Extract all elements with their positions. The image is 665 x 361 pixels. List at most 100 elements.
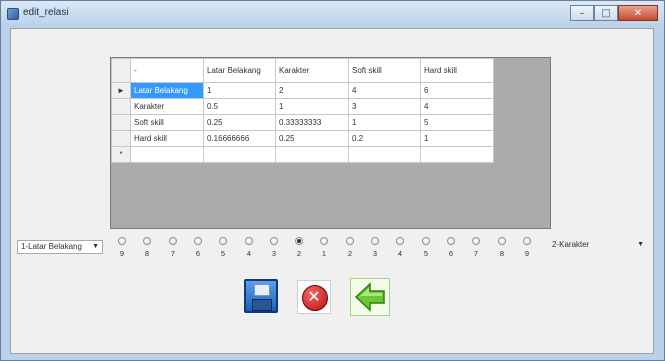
grid-cell[interactable]: 4 [348, 82, 421, 99]
radio-button[interactable] [219, 237, 227, 245]
radio-button[interactable] [346, 237, 354, 245]
grid-header-row: - Latar Belakang Karakter Soft skill Har… [111, 58, 494, 83]
scale-radio-1[interactable]: 9 [115, 237, 129, 258]
scale-radio-7[interactable]: 3 [267, 237, 281, 258]
radio-button[interactable] [118, 237, 126, 245]
grid-cell[interactable]: 1 [275, 98, 349, 115]
table-row[interactable]: Karakter 0.5 1 3 4 [111, 98, 494, 115]
radio-button[interactable] [245, 237, 253, 245]
scale-label: 2 [347, 249, 353, 258]
grid-cell[interactable]: 5 [420, 114, 494, 131]
column-header[interactable]: - [130, 58, 204, 83]
grid-cell[interactable]: 1 [203, 82, 276, 99]
relation-grid[interactable]: - Latar Belakang Karakter Soft skill Har… [111, 58, 494, 163]
grid-cell[interactable]: Hard skill [130, 130, 204, 147]
radio-button[interactable] [447, 237, 455, 245]
current-row-indicator[interactable]: ► [111, 82, 131, 99]
radio-button[interactable] [396, 237, 404, 245]
grid-cell[interactable]: 4 [420, 98, 494, 115]
app-icon [7, 8, 19, 20]
left-criteria-dropdown[interactable]: 1-Latar Belakang ▼ [17, 240, 103, 254]
radio-button[interactable] [295, 237, 303, 245]
minimize-button[interactable]: – [570, 5, 594, 21]
minimize-icon: – [579, 7, 585, 19]
grid-cell[interactable]: 1 [420, 130, 494, 147]
back-button[interactable] [350, 278, 390, 316]
scale-label: 6 [195, 249, 201, 258]
radio-button[interactable] [523, 237, 531, 245]
radio-button[interactable] [320, 237, 328, 245]
grid-cell[interactable]: 0.16666666 [203, 130, 276, 147]
radio-button[interactable] [371, 237, 379, 245]
scale-radio-2[interactable]: 8 [140, 237, 154, 258]
scale-label: 5 [220, 249, 226, 258]
scale-radio-15[interactable]: 7 [469, 237, 483, 258]
scale-label: 4 [246, 249, 252, 258]
scale-radio-12[interactable]: 4 [393, 237, 407, 258]
chevron-down-icon: ▼ [92, 243, 99, 250]
radio-button[interactable] [270, 237, 278, 245]
radio-button[interactable] [143, 237, 151, 245]
title-bar[interactable]: edit_relasi – □ ✕ [1, 1, 664, 27]
grid-cell[interactable]: 0.25 [275, 130, 349, 147]
scale-label: 9 [119, 249, 125, 258]
grid-cell[interactable]: 1 [348, 114, 421, 131]
grid-cell[interactable]: Karakter [130, 98, 204, 115]
grid-cell[interactable] [420, 146, 494, 163]
close-button[interactable]: ✕ [618, 5, 658, 21]
grid-cell[interactable]: 6 [420, 82, 494, 99]
scale-radio-4[interactable]: 6 [191, 237, 205, 258]
new-row-indicator[interactable]: * [111, 146, 131, 163]
grid-cell[interactable]: 0.25 [203, 114, 276, 131]
scale-radio-14[interactable]: 6 [444, 237, 458, 258]
back-arrow-icon [354, 282, 385, 312]
left-criteria-value: 1-Latar Belakang [21, 242, 82, 251]
column-header[interactable]: Karakter [275, 58, 349, 83]
radio-button[interactable] [194, 237, 202, 245]
grid-cell[interactable]: 0.2 [348, 130, 421, 147]
grid-cell[interactable]: Soft skill [130, 114, 204, 131]
app-window: edit_relasi – □ ✕ - Latar Belakang Karak… [0, 0, 665, 361]
scale-radio-16[interactable]: 8 [495, 237, 509, 258]
radio-button[interactable] [498, 237, 506, 245]
radio-button[interactable] [169, 237, 177, 245]
scale-label: 4 [397, 249, 403, 258]
grid-cell[interactable]: 0.5 [203, 98, 276, 115]
grid-cell[interactable] [275, 146, 349, 163]
table-row[interactable]: ► Latar Belakang 1 2 4 6 [111, 82, 494, 99]
grid-cell[interactable]: 0.33333333 [275, 114, 349, 131]
maximize-button[interactable]: □ [594, 5, 618, 21]
radio-button[interactable] [472, 237, 480, 245]
grid-cell[interactable] [203, 146, 276, 163]
row-header[interactable] [111, 130, 131, 147]
close-icon: ✕ [633, 7, 643, 19]
scale-radio-13[interactable]: 5 [419, 237, 433, 258]
row-header[interactable] [111, 114, 131, 131]
scale-radio-17[interactable]: 9 [520, 237, 534, 258]
scale-label: 1 [321, 249, 327, 258]
scale-radio-5[interactable]: 5 [216, 237, 230, 258]
right-criteria-dropdown[interactable]: 2-Karakter ▼ [548, 238, 648, 252]
column-header[interactable]: Soft skill [348, 58, 421, 83]
scale-radio-9[interactable]: 1 [317, 237, 331, 258]
radio-button[interactable] [422, 237, 430, 245]
window-title: edit_relasi [23, 7, 69, 18]
column-header[interactable]: Hard skill [420, 58, 494, 83]
grid-cell[interactable] [130, 146, 204, 163]
scale-radio-3[interactable]: 7 [166, 237, 180, 258]
save-button[interactable] [244, 279, 278, 313]
new-row[interactable]: * [111, 146, 494, 163]
table-row[interactable]: Hard skill 0.16666666 0.25 0.2 1 [111, 130, 494, 147]
grid-cell[interactable]: 2 [275, 82, 349, 99]
scale-radio-11[interactable]: 3 [368, 237, 382, 258]
grid-cell[interactable] [348, 146, 421, 163]
scale-radio-10[interactable]: 2 [343, 237, 357, 258]
table-row[interactable]: Soft skill 0.25 0.33333333 1 5 [111, 114, 494, 131]
column-header[interactable]: Latar Belakang [203, 58, 276, 83]
grid-cell[interactable]: 3 [348, 98, 421, 115]
scale-radio-8[interactable]: 2 [292, 237, 306, 258]
cancel-button[interactable]: ✕ [297, 280, 331, 314]
scale-radio-6[interactable]: 4 [242, 237, 256, 258]
grid-cell[interactable]: Latar Belakang [130, 82, 204, 99]
row-header[interactable] [111, 98, 131, 115]
